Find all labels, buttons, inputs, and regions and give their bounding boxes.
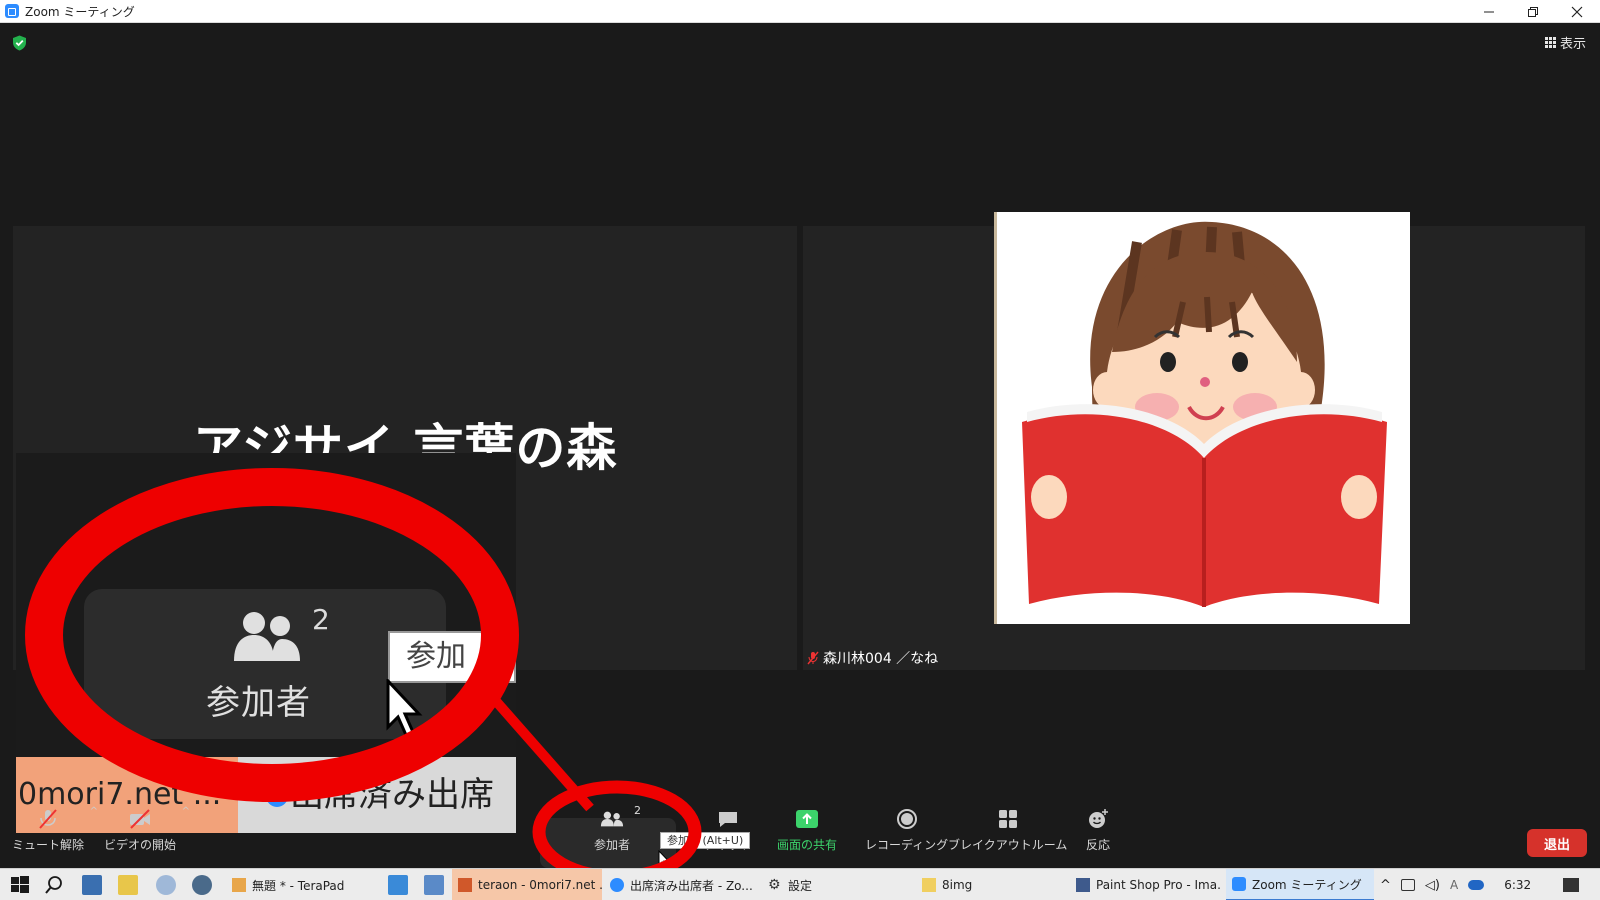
reactions-button[interactable]: 反応	[1086, 808, 1110, 853]
gear-icon: ⚙	[768, 877, 781, 893]
zoomed-inset: 2 参加者 参加 0mori7.net ... 出席済み出席	[16, 453, 516, 833]
mic-off-icon	[807, 651, 819, 665]
shield-icon[interactable]	[12, 35, 27, 51]
teraon-icon	[458, 878, 472, 892]
chat-icon	[718, 812, 737, 827]
window-title: Zoom ミーティング	[25, 4, 135, 19]
chevron-up-icon[interactable]: ^	[1380, 878, 1391, 893]
chevron-up-icon[interactable]: ^	[182, 806, 190, 817]
chevron-up-icon[interactable]: ^	[90, 806, 98, 817]
taskbar-app-teraon[interactable]: teraon - 0mori7.net ...	[452, 869, 602, 900]
paintshop-icon	[1076, 878, 1090, 892]
record-label: レコーディング	[865, 838, 949, 852]
system-tray: ^ ◁) A 6:32	[1380, 869, 1580, 900]
mic-off-icon	[39, 809, 57, 829]
unmute-button[interactable]: ミュート解除 ^	[12, 806, 98, 853]
cursor-icon	[386, 679, 423, 737]
zoom-icon	[1232, 877, 1246, 891]
participants-icon	[234, 612, 300, 661]
windows-taskbar: 無題 * - TeraPad teraon - 0mori7.net ... 出…	[0, 868, 1600, 900]
leave-meeting-button[interactable]: 退出	[1527, 829, 1587, 857]
screen: Zoom ミーティング 表示 アジサイ 言葉の森 森川林004 ／なね 2 参加…	[0, 0, 1600, 900]
taskbar-app-icon[interactable]	[118, 875, 138, 895]
participant-avatar-image	[994, 212, 1410, 624]
clock[interactable]: 6:32	[1504, 878, 1531, 892]
taskbar-app-folder[interactable]: 8img	[916, 869, 1066, 900]
participants-tooltip: 参加 (Alt+U)	[660, 832, 751, 849]
taskbar-app-icon[interactable]	[156, 875, 176, 895]
restore-button[interactable]	[1510, 0, 1556, 23]
taskbar-app-terapad[interactable]: 無題 * - TeraPad	[226, 869, 376, 900]
share-screen-button[interactable]: 画面の共有	[777, 808, 837, 853]
tooltip-text: 参加	[667, 834, 689, 847]
view-label: 表示	[1559, 37, 1586, 52]
participants-button[interactable]: 2 参加者	[594, 804, 641, 853]
girl-reading-book-illustration	[1022, 221, 1387, 607]
grid-icon	[1544, 37, 1556, 48]
taskbar-app-attendance[interactable]: 出席済み出席者 - Zo...	[604, 869, 754, 900]
breakout-rooms-button[interactable]: ブレイクアウトルーム	[948, 808, 1067, 853]
start-video-label: ビデオの開始	[104, 838, 177, 852]
folder-icon	[922, 878, 936, 892]
share-screen-label: 画面の共有	[777, 838, 838, 852]
participants-label: 参加者	[594, 838, 631, 852]
breakout-icon	[998, 810, 1017, 828]
reactions-label: 反応	[1086, 838, 1111, 852]
taskbar-app-paintshop[interactable]: Paint Shop Pro - Ima...	[1070, 869, 1222, 900]
terapad-icon	[232, 878, 246, 892]
tooltip-shortcut: (Alt+U)	[702, 834, 744, 847]
share-icon	[796, 810, 818, 828]
taskbar-app-icon[interactable]	[192, 875, 212, 895]
taskbar-app-settings[interactable]: ⚙ 設定	[762, 869, 902, 900]
close-button[interactable]	[1554, 0, 1600, 23]
search-icon[interactable]	[44, 875, 64, 895]
minimize-icon	[1484, 11, 1494, 12]
unmute-label: ミュート解除	[12, 838, 85, 852]
taskbar-app-icon[interactable]	[388, 875, 408, 895]
inset-participant-count: 2	[312, 603, 330, 636]
meeting-toolbar: ミュート解除 ^ ビデオの開始 ^ 2 参加者 画面の共有 レコーディング ブレ…	[0, 800, 1600, 868]
network-icon[interactable]	[1400, 879, 1415, 891]
cursor-icon	[658, 850, 670, 868]
inset-participants-label: 参加者	[206, 683, 311, 723]
chrome-icon	[610, 878, 624, 892]
participant-count: 2	[634, 804, 641, 817]
start-video-button[interactable]: ビデオの開始 ^	[104, 806, 190, 853]
view-button[interactable]: 表示	[1544, 33, 1586, 52]
zoom-logo-icon	[5, 4, 19, 18]
participant-name-label: 森川林004 ／なね	[807, 648, 938, 668]
record-button[interactable]: レコーディング	[865, 808, 948, 853]
notification-icon[interactable]	[1563, 878, 1580, 892]
taskbar-app-icon[interactable]	[424, 875, 444, 895]
record-icon	[896, 809, 917, 829]
title-bar: Zoom ミーティング	[0, 0, 1600, 23]
participants-icon	[600, 811, 624, 827]
participant-name: 森川林004 ／なね	[823, 651, 939, 667]
taskbar-app-icon[interactable]	[82, 875, 102, 895]
onedrive-icon[interactable]	[1468, 880, 1485, 890]
reaction-icon	[1089, 809, 1108, 828]
inset-tooltip: 参加	[388, 631, 516, 683]
volume-icon[interactable]: ◁)	[1425, 878, 1440, 893]
taskbar-app-zoom[interactable]: Zoom ミーティング	[1226, 869, 1374, 900]
ime-indicator[interactable]: A	[1450, 878, 1458, 892]
minimize-button[interactable]	[1466, 0, 1512, 23]
restore-icon	[1528, 6, 1538, 17]
close-icon	[1571, 6, 1583, 17]
video-off-icon	[130, 809, 150, 829]
breakout-rooms-label: ブレイクアウトルーム	[948, 838, 1068, 852]
windows-start-icon[interactable]	[10, 875, 30, 895]
